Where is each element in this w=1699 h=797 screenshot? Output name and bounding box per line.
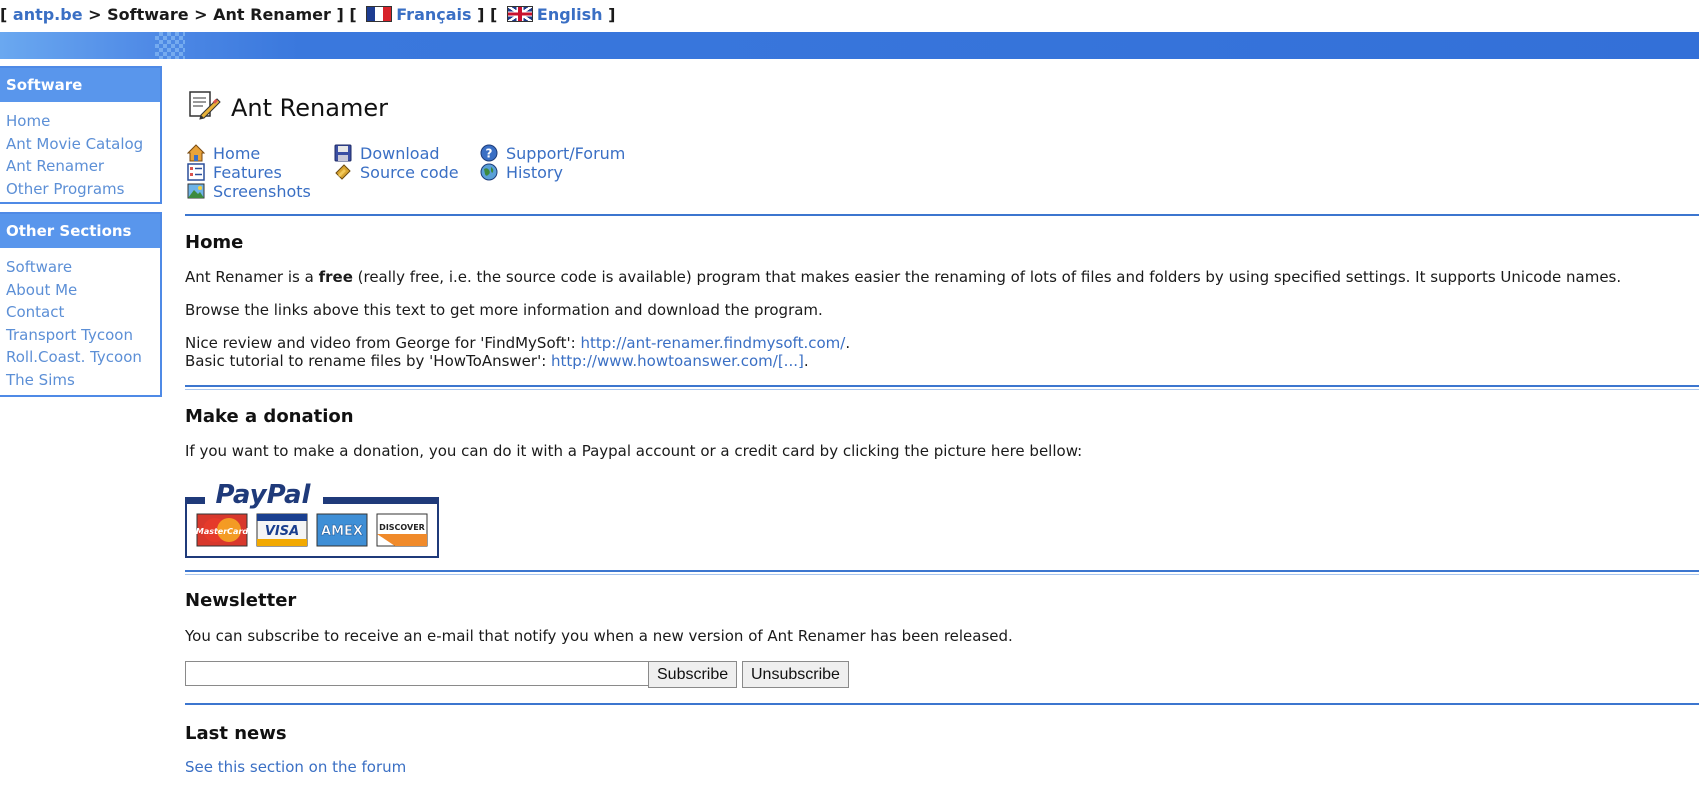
mastercard-icon: MasterCard bbox=[196, 513, 249, 547]
nav-home[interactable]: Home bbox=[187, 144, 260, 164]
newsletter-email-input[interactable] bbox=[185, 661, 649, 686]
home-intro-text: Ant Renamer is a free (really free, i.e.… bbox=[185, 268, 1622, 286]
breadcrumb-bracket: ] [ bbox=[477, 5, 498, 24]
nav-home-label: Home bbox=[213, 144, 261, 163]
sidebar-other-sections-title: Other Sections bbox=[0, 214, 160, 248]
nav-support-forum[interactable]: ? Support/Forum bbox=[480, 144, 625, 164]
checklist-icon bbox=[187, 163, 205, 181]
nav-features[interactable]: Features bbox=[187, 163, 282, 183]
visa-icon: VISA bbox=[256, 513, 308, 547]
renamer-document-icon bbox=[189, 91, 221, 120]
sidebar-item-contact[interactable]: Contact bbox=[6, 301, 154, 324]
sidebar-software: Software Home Ant Movie Catalog Ant Rena… bbox=[0, 66, 162, 204]
free-emphasis: free bbox=[318, 268, 353, 286]
sidebar-software-title: Software bbox=[0, 68, 160, 102]
sidebar-item-home[interactable]: Home bbox=[6, 110, 154, 133]
lang-french-link[interactable]: Français bbox=[396, 5, 471, 24]
sidebar-item-ant-renamer[interactable]: Ant Renamer bbox=[6, 155, 154, 178]
source-code-icon bbox=[335, 164, 351, 180]
findmysoft-link[interactable]: http://ant-renamer.findmysoft.com/ bbox=[580, 334, 845, 352]
sidebar-item-the-sims[interactable]: The Sims bbox=[6, 369, 154, 392]
svg-text:VISA: VISA bbox=[265, 524, 299, 539]
floppy-disk-icon bbox=[334, 144, 352, 162]
donation-text: If you want to make a donation, you can … bbox=[185, 442, 1083, 460]
breadcrumb-separator: > bbox=[88, 5, 102, 24]
house-icon bbox=[187, 144, 205, 162]
picture-icon bbox=[187, 183, 205, 199]
breadcrumb-bracket: [ bbox=[0, 5, 8, 24]
divider bbox=[185, 214, 1699, 216]
history-globe-icon bbox=[480, 163, 498, 181]
news-heading: Last news bbox=[185, 723, 287, 744]
nav-source-code-label: Source code bbox=[360, 163, 459, 182]
paypal-logo-icon: PayPal MasterCard VISA AMEX DISCOVER bbox=[185, 476, 439, 558]
svg-text:MasterCard: MasterCard bbox=[196, 527, 249, 536]
sidebar-item-transport-tycoon[interactable]: Transport Tycoon bbox=[6, 324, 154, 347]
tutorial-line: Basic tutorial to rename files by 'HowTo… bbox=[185, 352, 809, 370]
sidebar-item-about-me[interactable]: About Me bbox=[6, 279, 154, 302]
amex-icon: AMEX bbox=[316, 513, 368, 547]
nav-support-forum-label: Support/Forum bbox=[506, 144, 626, 163]
divider bbox=[185, 703, 1699, 705]
howtoanswer-link[interactable]: http://www.howtoanswer.com/[...] bbox=[551, 352, 804, 370]
forum-section-link[interactable]: See this section on the forum bbox=[185, 758, 406, 777]
svg-text:?: ? bbox=[486, 147, 493, 161]
breadcrumb-bracket: ] bbox=[608, 5, 616, 24]
uk-flag-icon[interactable] bbox=[506, 6, 533, 22]
nav-history-label: History bbox=[506, 163, 563, 182]
breadcrumb: [ antp.be > Software > Ant Renamer ] [ F… bbox=[0, 0, 1699, 31]
breadcrumb-bracket: ] [ bbox=[336, 5, 357, 24]
newsletter-heading: Newsletter bbox=[185, 590, 297, 611]
nav-history[interactable]: History bbox=[480, 163, 563, 183]
nav-download[interactable]: Download bbox=[334, 144, 440, 164]
sidebar-item-ant-movie-catalog[interactable]: Ant Movie Catalog bbox=[6, 133, 154, 156]
breadcrumb-section: Software bbox=[107, 5, 189, 24]
unsubscribe-button[interactable]: Unsubscribe bbox=[742, 661, 849, 688]
page-title: Ant Renamer bbox=[231, 94, 388, 122]
divider bbox=[185, 570, 1699, 575]
newsletter-text: You can subscribe to receive an e-mail t… bbox=[185, 627, 1013, 645]
donation-heading: Make a donation bbox=[185, 406, 354, 427]
help-icon: ? bbox=[480, 144, 498, 162]
lang-english-link[interactable]: English bbox=[537, 5, 603, 24]
paypal-donate-button[interactable]: PayPal MasterCard VISA AMEX DISCOVER bbox=[185, 476, 439, 558]
home-browse-text: Browse the links above this text to get … bbox=[185, 301, 823, 319]
svg-text:DISCOVER: DISCOVER bbox=[379, 523, 425, 532]
nav-features-label: Features bbox=[213, 163, 282, 182]
svg-text:AMEX: AMEX bbox=[321, 524, 363, 539]
divider bbox=[185, 385, 1699, 390]
french-flag-icon[interactable] bbox=[366, 6, 393, 22]
nav-source-code[interactable]: Source code bbox=[334, 163, 459, 183]
nav-screenshots-label: Screenshots bbox=[213, 182, 311, 201]
breadcrumb-page: Ant Renamer bbox=[213, 5, 331, 24]
breadcrumb-separator: > bbox=[194, 5, 208, 24]
breadcrumb-site-link[interactable]: antp.be bbox=[13, 5, 83, 24]
paypal-logo-text: PayPal bbox=[216, 480, 312, 510]
nav-download-label: Download bbox=[360, 144, 440, 163]
banner-pattern bbox=[155, 32, 185, 59]
home-heading: Home bbox=[185, 232, 244, 253]
sidebar-other-sections: Other Sections Software About Me Contact… bbox=[0, 212, 162, 397]
sidebar-item-roller-coaster-tycoon[interactable]: Roll.Coast. Tycoon bbox=[6, 346, 154, 369]
discover-icon: DISCOVER bbox=[376, 513, 428, 547]
subscribe-button[interactable]: Subscribe bbox=[648, 661, 738, 688]
header-banner bbox=[0, 32, 1699, 59]
sidebar-item-other-programs[interactable]: Other Programs bbox=[6, 178, 154, 201]
nav-screenshots[interactable]: Screenshots bbox=[187, 182, 311, 202]
review-line: Nice review and video from George for 'F… bbox=[185, 334, 851, 352]
sidebar-item-software[interactable]: Software bbox=[6, 256, 154, 279]
